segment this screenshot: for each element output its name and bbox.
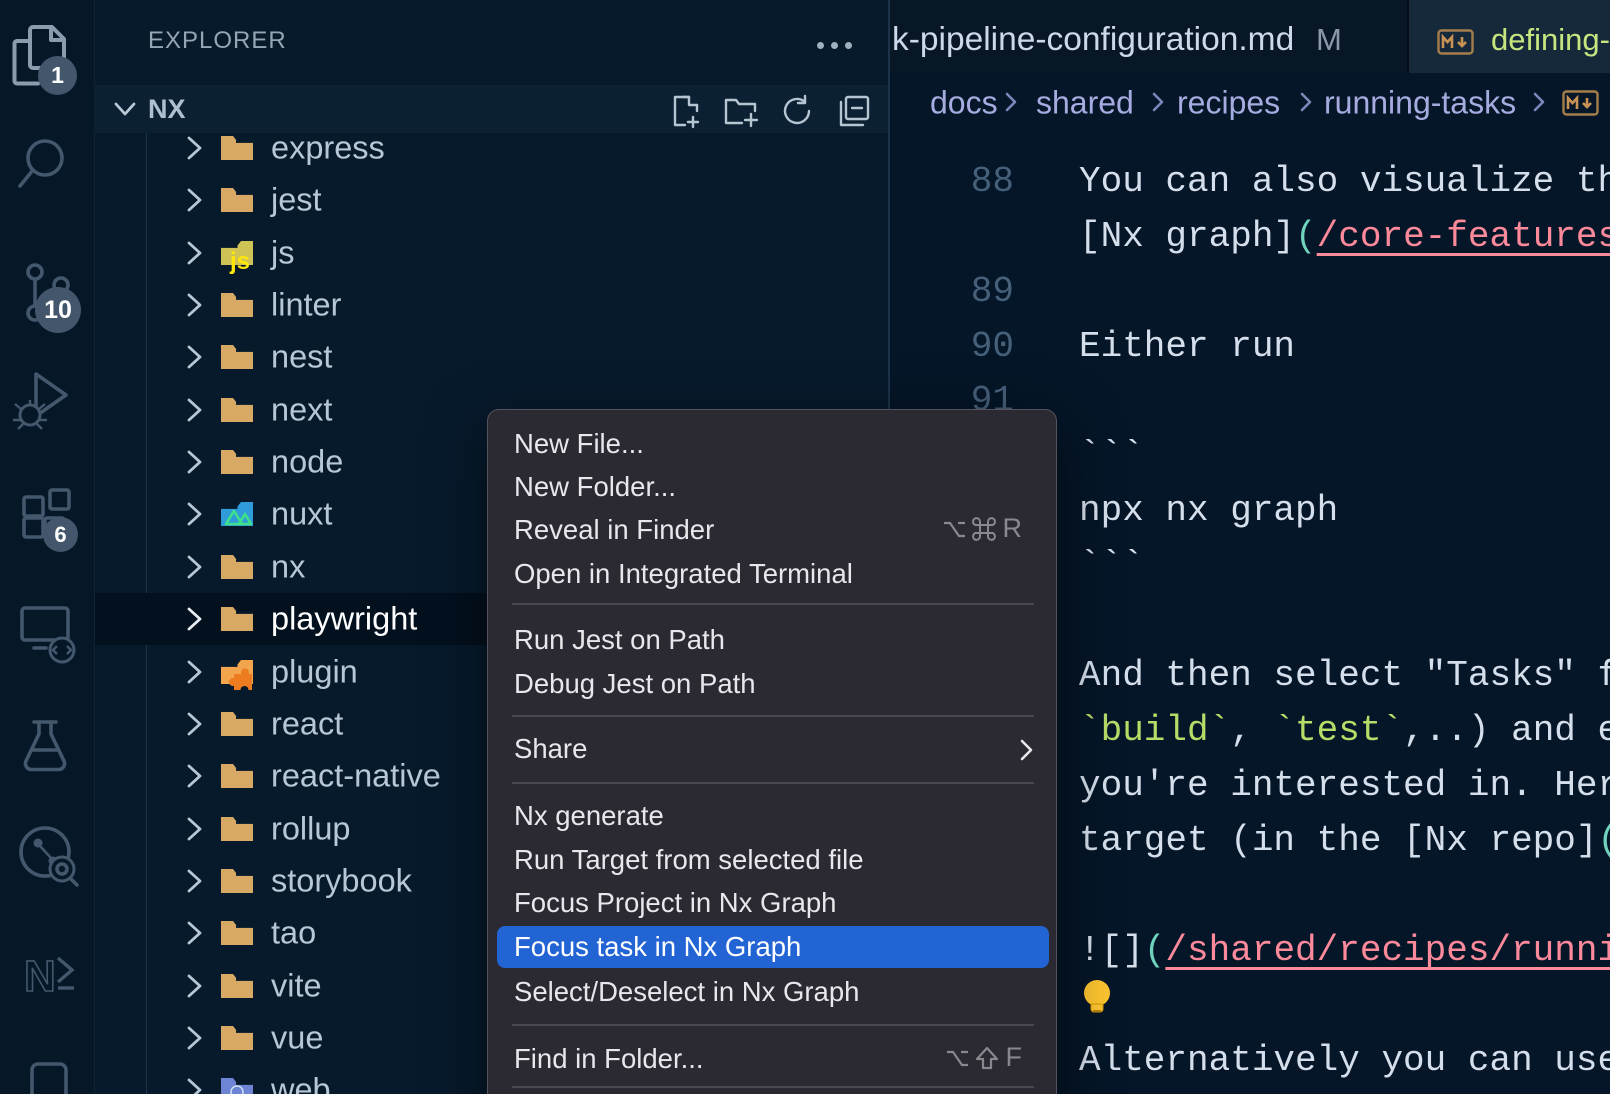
svg-text:N: N bbox=[24, 952, 56, 1001]
svg-text:js: js bbox=[229, 248, 250, 275]
